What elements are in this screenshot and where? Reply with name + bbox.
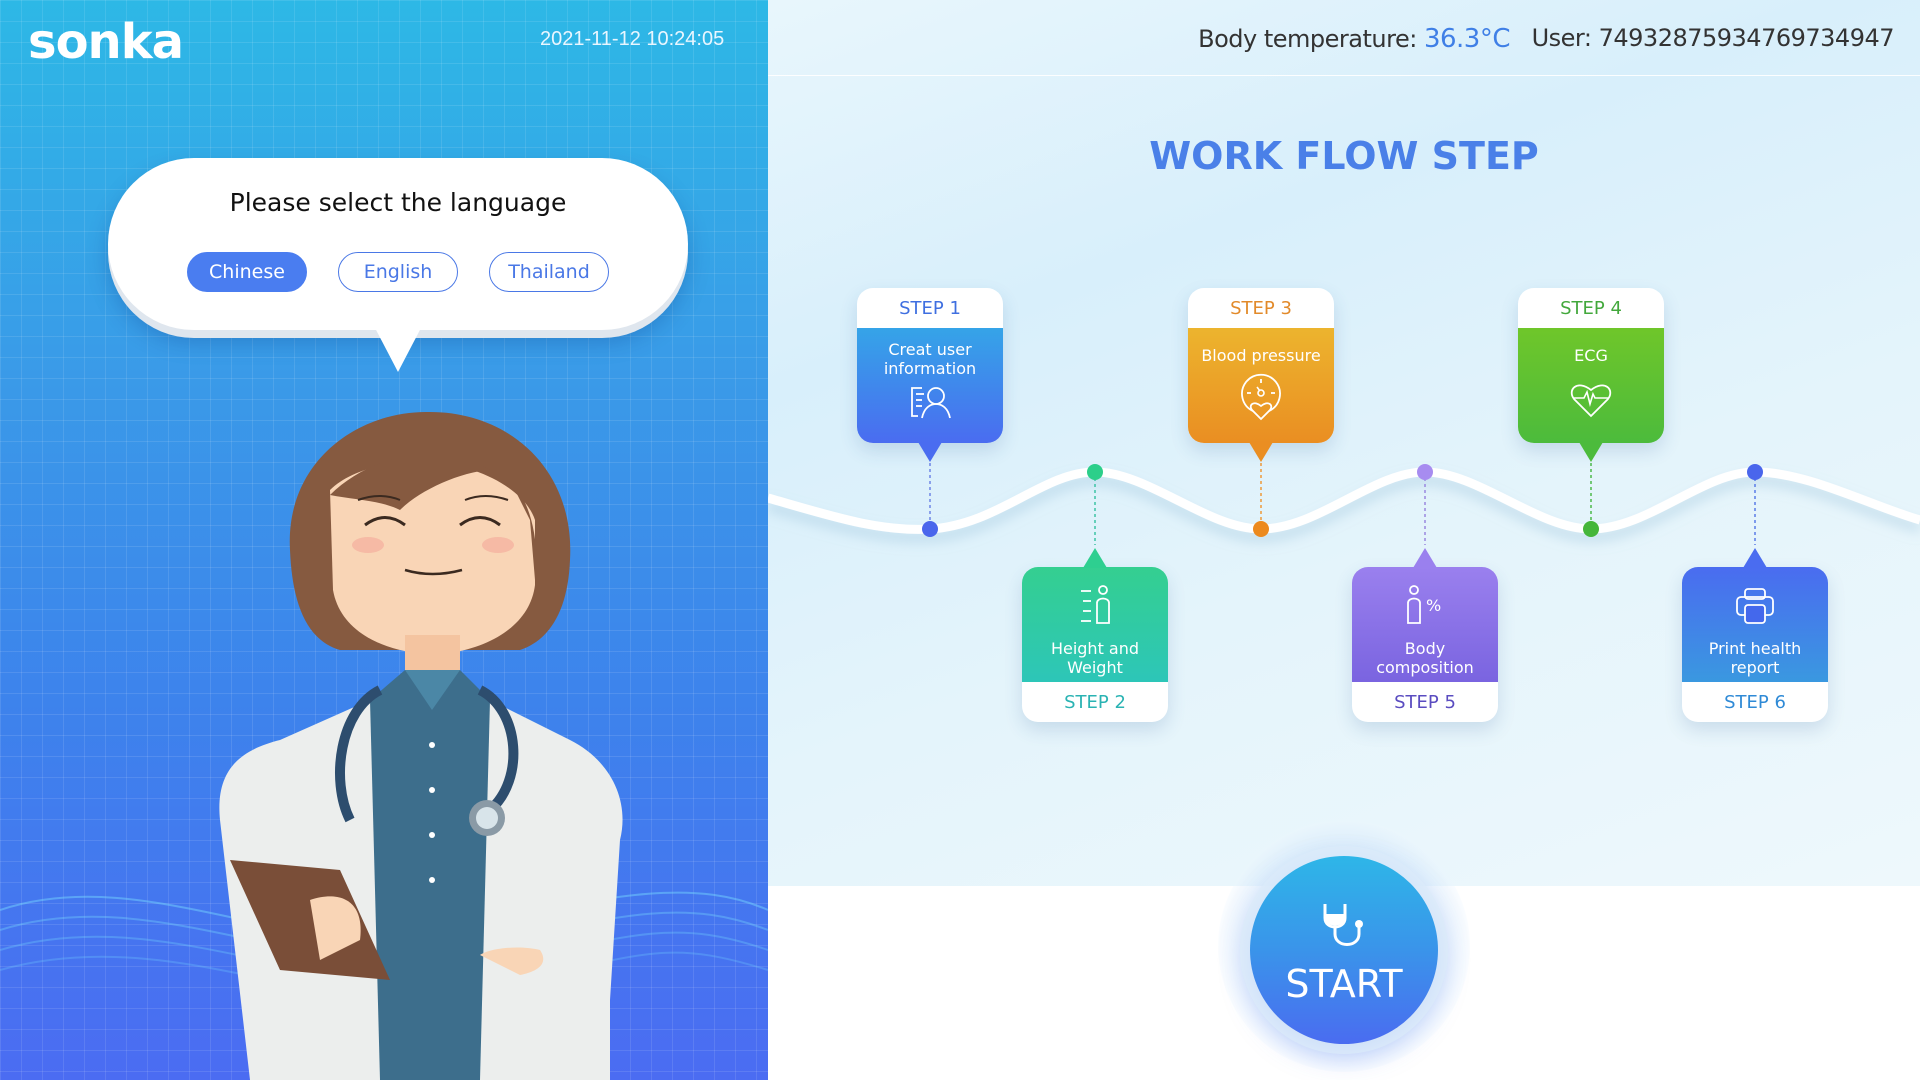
language-prompt: Please select the language [229,188,567,217]
step-name: ECG [1574,346,1608,365]
timeline-dot-step-5 [1417,464,1433,480]
step-name: Blood pressure [1201,346,1321,365]
sonka-logo: sonka [28,14,184,70]
pointer-icon [1249,442,1273,462]
step-body: Blood pressure [1188,328,1334,443]
timeline-dot-step-2 [1087,464,1103,480]
language-dialog: Please select the language Chinese Engli… [108,158,688,330]
language-options: Chinese English Thailand [108,252,688,292]
step-name-line2: information [883,359,977,378]
timeline-dot-step-1 [922,521,938,537]
step-card-4[interactable]: STEP 4 ECG [1518,288,1664,462]
timeline-dot-step-3 [1253,521,1269,537]
workflow-title: WORK FLOW STEP [1149,134,1539,178]
step-body: Print health report [1682,567,1828,682]
doctor-illustration [219,411,623,1080]
step-name-line2: composition [1376,658,1474,677]
user-id-value: 749328759347697349​47 [1598,24,1895,52]
datetime: 2021-11-12 10:24:05 [540,28,725,50]
timeline-dot-step-4 [1583,521,1599,537]
ecg-heart-icon [1570,384,1612,418]
step-name-line2: Weight [1067,658,1123,677]
language-chinese-button[interactable]: Chinese [187,252,307,292]
user-id-display: User: 749328759347697349​47 [1531,24,1895,52]
top-status-bar: Body temperature: 36.3°C User: 749328759… [768,0,1920,76]
left-panel: sonka 2021-11-12 10:24:05 Please select … [0,0,768,1080]
user-info-icon [911,387,951,419]
body-temperature: Body temperature: 36.3°C [1198,24,1510,54]
stethoscope-icon [1323,904,1363,946]
start-label: START [1285,962,1403,1006]
step-name: Print health [1708,639,1802,658]
step-label: STEP 2 [1064,691,1126,713]
step-card-6[interactable]: Print health report STEP 6 [1682,548,1828,722]
user-label: User: [1531,24,1592,52]
step-body: Creat user information [857,328,1003,443]
step-card-1[interactable]: STEP 1 Creat user information [857,288,1003,462]
blood-pressure-icon [1241,373,1281,421]
timeline-dot-step-6 [1747,464,1763,480]
step-body: % Body composition [1352,567,1498,682]
step-label: STEP 5 [1394,691,1456,713]
step-name-line2: report [1730,658,1780,677]
step-name: Creat user [888,340,972,359]
language-thailand-button[interactable]: Thailand [489,252,609,292]
step-body: ECG [1518,328,1664,443]
temperature-label: Body temperature: [1198,25,1417,53]
svg-text:%: % [1426,596,1441,615]
step-label: STEP 4 [1560,297,1622,319]
pointer-icon [1413,548,1437,568]
pointer-icon [1579,442,1603,462]
pointer-icon [1743,548,1767,568]
language-english-button[interactable]: English [338,252,458,292]
step-card-5[interactable]: % Body composition STEP 5 [1352,548,1498,722]
temperature-value: 36.3°C [1423,24,1511,54]
step-body: Height and Weight [1022,567,1168,682]
body-composition-icon: % [1407,585,1441,624]
start-button[interactable]: START [1250,856,1438,1044]
step-label: STEP 3 [1230,297,1292,319]
step-card-2[interactable]: Height and Weight STEP 2 [1022,548,1168,722]
pointer-icon [918,442,942,462]
step-name: Body [1404,639,1446,658]
step-label: STEP 6 [1724,691,1786,713]
step-label: STEP 1 [899,297,961,319]
timeline-wave [768,467,1920,534]
height-weight-icon [1081,585,1110,624]
step-card-3[interactable]: STEP 3 Blood pressure [1188,288,1334,462]
printer-icon [1736,588,1774,624]
speech-bubble-tail [374,326,422,372]
pointer-icon [1083,548,1107,568]
step-name: Height and [1050,639,1140,658]
